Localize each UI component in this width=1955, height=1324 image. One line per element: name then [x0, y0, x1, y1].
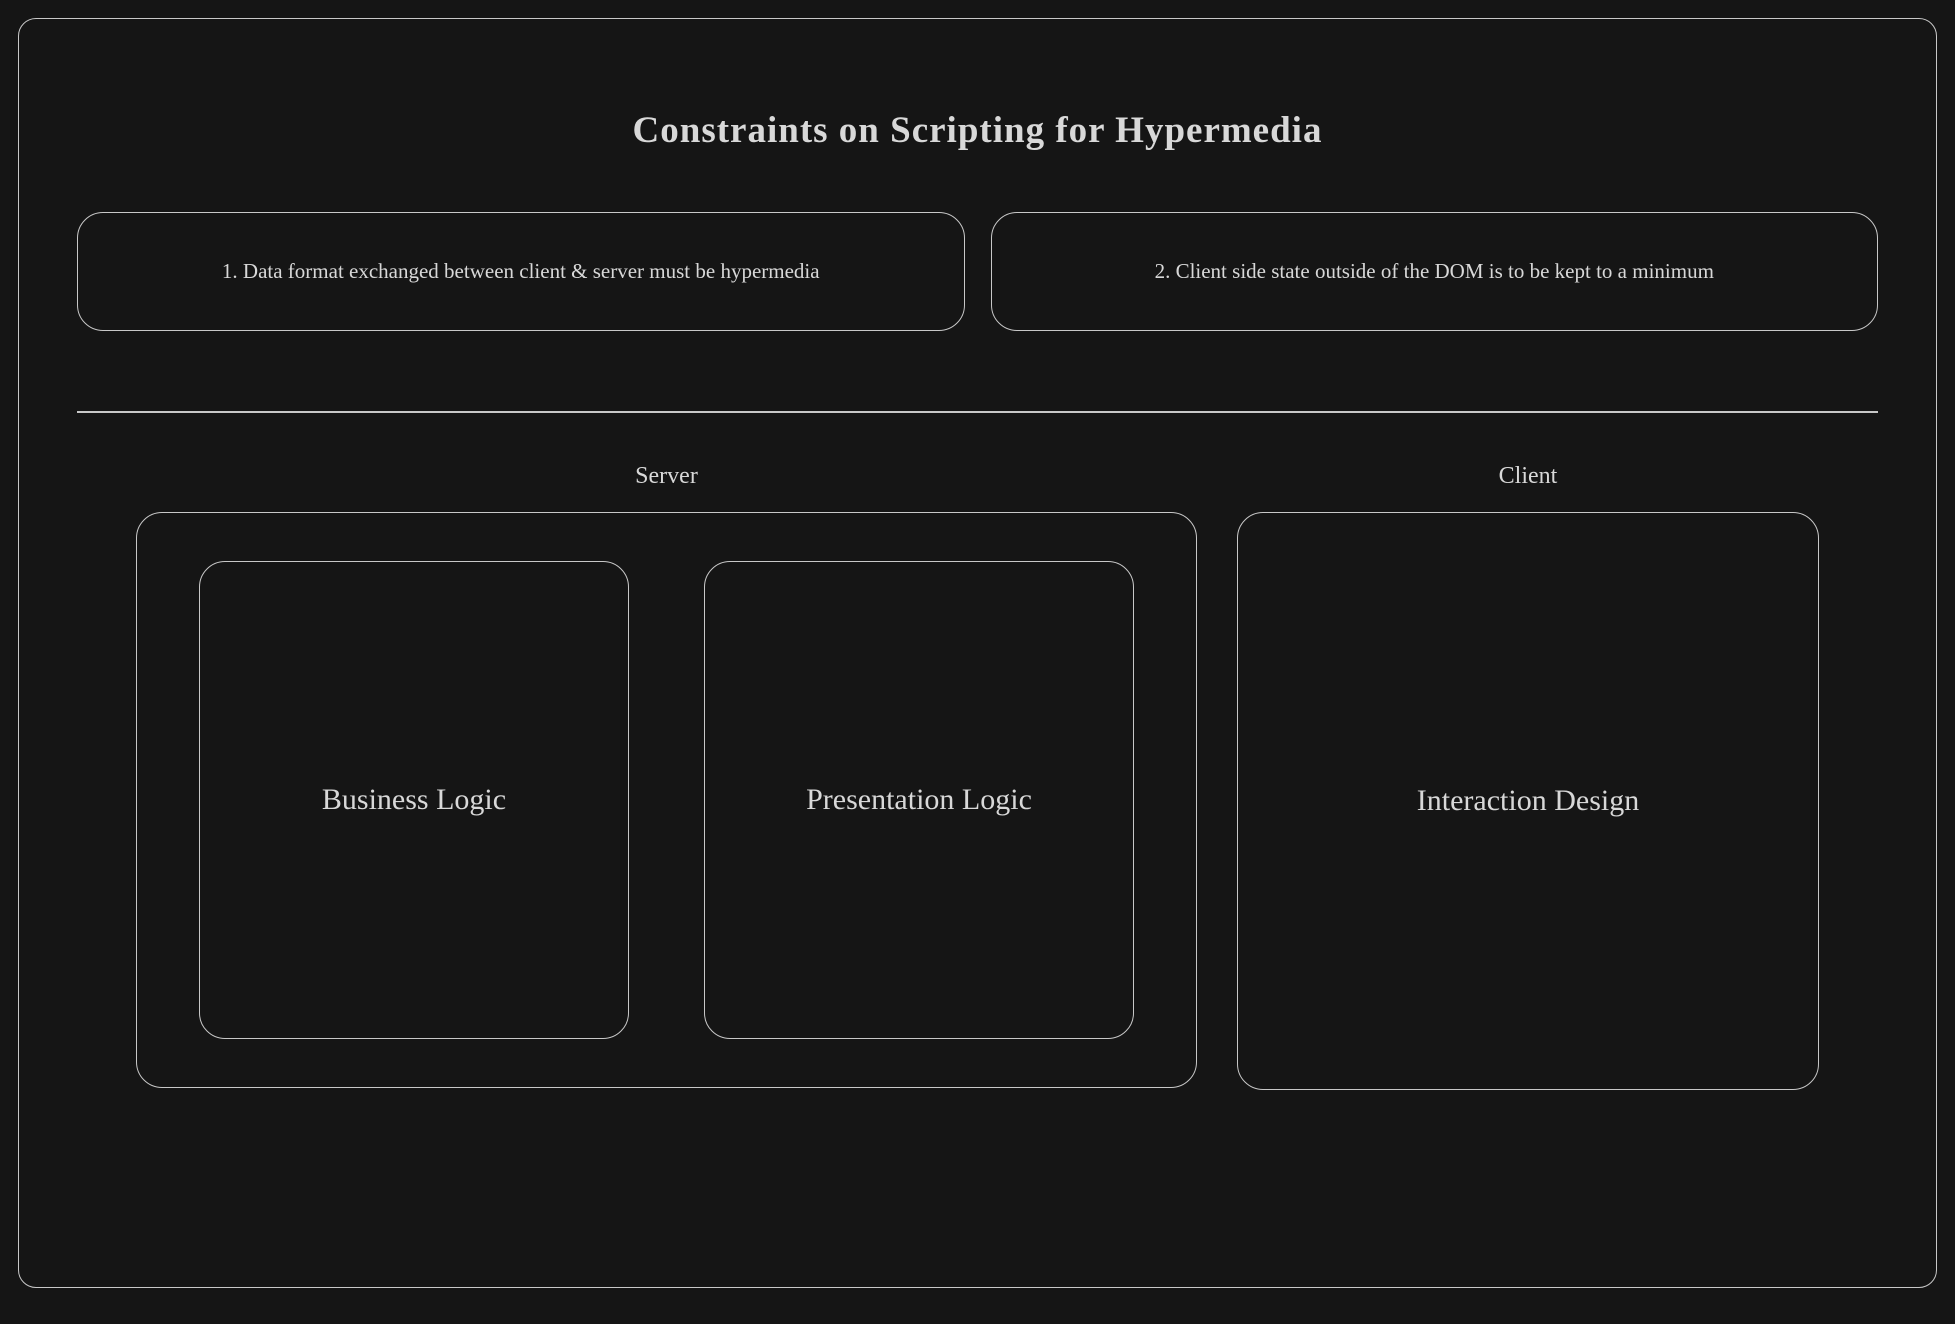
client-label: Client: [1499, 463, 1558, 490]
presentation-logic-box: Presentation Logic: [704, 561, 1134, 1039]
client-tier: Client Interaction Design: [1237, 463, 1819, 1090]
server-tier: Server Business Logic Presentation Logic: [136, 463, 1197, 1088]
architecture-row: Server Business Logic Presentation Logic…: [77, 463, 1878, 1090]
interaction-design-box: Interaction Design: [1237, 512, 1819, 1090]
server-body: Business Logic Presentation Logic: [136, 512, 1197, 1088]
constraints-row: 1. Data format exchanged between client …: [77, 212, 1878, 331]
diagram-title: Constraints on Scripting for Hypermedia: [77, 109, 1878, 152]
diagram-frame: Constraints on Scripting for Hypermedia …: [18, 18, 1937, 1288]
server-label: Server: [635, 463, 698, 490]
constraint-2: 2. Client side state outside of the DOM …: [991, 212, 1879, 331]
business-logic-box: Business Logic: [199, 561, 629, 1039]
constraint-1: 1. Data format exchanged between client …: [77, 212, 965, 331]
section-divider: [77, 411, 1878, 413]
